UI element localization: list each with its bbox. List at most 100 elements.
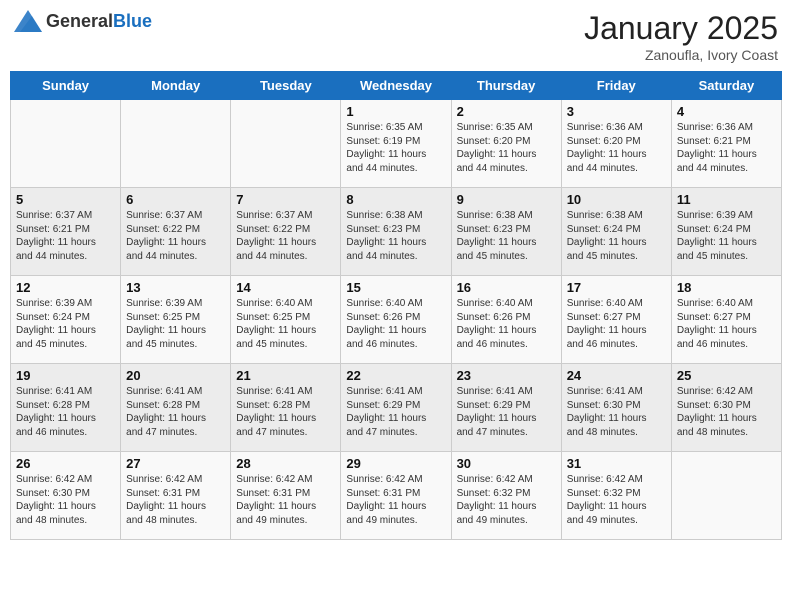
day-number: 19	[16, 368, 115, 383]
day-info: Sunrise: 6:36 AM Sunset: 6:20 PM Dayligh…	[567, 121, 666, 175]
day-info: Sunrise: 6:40 AM Sunset: 6:25 PM Dayligh…	[236, 297, 335, 351]
day-number: 14	[236, 280, 335, 295]
calendar-cell	[11, 100, 121, 188]
calendar-cell: 1 Sunrise: 6:35 AM Sunset: 6:19 PM Daylig…	[341, 100, 451, 188]
day-info: Sunrise: 6:35 AM Sunset: 6:19 PM Dayligh…	[346, 121, 445, 175]
calendar-cell: 30 Sunrise: 6:42 AM Sunset: 6:32 PM Dayli…	[451, 452, 561, 540]
day-number: 1	[346, 104, 445, 119]
day-info: Sunrise: 6:42 AM Sunset: 6:31 PM Dayligh…	[126, 473, 225, 527]
day-number: 9	[457, 192, 556, 207]
calendar-cell: 23 Sunrise: 6:41 AM Sunset: 6:29 PM Dayli…	[451, 364, 561, 452]
calendar-cell: 31Sunrise: 6:42 AM Sunset: 6:32 PM Dayli…	[561, 452, 671, 540]
day-number: 16	[457, 280, 556, 295]
calendar-cell: 6 Sunrise: 6:37 AM Sunset: 6:22 PM Daylig…	[121, 188, 231, 276]
day-info: Sunrise: 6:40 AM Sunset: 6:27 PM Dayligh…	[567, 297, 666, 351]
day-info: Sunrise: 6:42 AM Sunset: 6:32 PM Dayligh…	[457, 473, 556, 527]
day-number: 4	[677, 104, 776, 119]
day-info: Sunrise: 6:39 AM Sunset: 6:25 PM Dayligh…	[126, 297, 225, 351]
day-header-monday: Monday	[121, 72, 231, 100]
day-number: 18	[677, 280, 776, 295]
day-number: 29	[346, 456, 445, 471]
day-number: 3	[567, 104, 666, 119]
calendar-cell: 28Sunrise: 6:42 AM Sunset: 6:31 PM Dayli…	[231, 452, 341, 540]
day-info: Sunrise: 6:39 AM Sunset: 6:24 PM Dayligh…	[16, 297, 115, 351]
logo-general: General	[46, 11, 113, 31]
day-number: 6	[126, 192, 225, 207]
day-info: Sunrise: 6:42 AM Sunset: 6:31 PM Dayligh…	[346, 473, 445, 527]
calendar-cell: 5 Sunrise: 6:37 AM Sunset: 6:21 PM Daylig…	[11, 188, 121, 276]
calendar-cell: 4 Sunrise: 6:36 AM Sunset: 6:21 PM Daylig…	[671, 100, 781, 188]
day-info: Sunrise: 6:41 AM Sunset: 6:28 PM Dayligh…	[16, 385, 115, 439]
day-number: 24	[567, 368, 666, 383]
calendar-cell: 17 Sunrise: 6:40 AM Sunset: 6:27 PM Dayli…	[561, 276, 671, 364]
day-number: 30	[457, 456, 556, 471]
day-number: 28	[236, 456, 335, 471]
day-info: Sunrise: 6:35 AM Sunset: 6:20 PM Dayligh…	[457, 121, 556, 175]
day-info: Sunrise: 6:42 AM Sunset: 6:30 PM Dayligh…	[16, 473, 115, 527]
day-info: Sunrise: 6:40 AM Sunset: 6:27 PM Dayligh…	[677, 297, 776, 351]
day-info: Sunrise: 6:41 AM Sunset: 6:29 PM Dayligh…	[457, 385, 556, 439]
calendar-cell: 29 Sunrise: 6:42 AM Sunset: 6:31 PM Dayli…	[341, 452, 451, 540]
calendar-cell: 19 Sunrise: 6:41 AM Sunset: 6:28 PM Dayli…	[11, 364, 121, 452]
calendar-week-row: 26Sunrise: 6:42 AM Sunset: 6:30 PM Dayli…	[11, 452, 782, 540]
calendar-cell: 16 Sunrise: 6:40 AM Sunset: 6:26 PM Dayli…	[451, 276, 561, 364]
month-title: January 2025	[584, 10, 778, 47]
location-subtitle: Zanoufla, Ivory Coast	[584, 47, 778, 63]
logo-text: GeneralBlue	[46, 11, 152, 32]
day-info: Sunrise: 6:41 AM Sunset: 6:28 PM Dayligh…	[236, 385, 335, 439]
calendar-cell: 8Sunrise: 6:38 AM Sunset: 6:23 PM Daylig…	[341, 188, 451, 276]
day-number: 21	[236, 368, 335, 383]
calendar-cell: 18 Sunrise: 6:40 AM Sunset: 6:27 PM Dayli…	[671, 276, 781, 364]
day-info: Sunrise: 6:42 AM Sunset: 6:32 PM Dayligh…	[567, 473, 666, 527]
calendar-cell: 27 Sunrise: 6:42 AM Sunset: 6:31 PM Dayli…	[121, 452, 231, 540]
calendar-week-row: 19 Sunrise: 6:41 AM Sunset: 6:28 PM Dayli…	[11, 364, 782, 452]
calendar-cell: 22 Sunrise: 6:41 AM Sunset: 6:29 PM Dayli…	[341, 364, 451, 452]
day-info: Sunrise: 6:37 AM Sunset: 6:22 PM Dayligh…	[236, 209, 335, 263]
calendar-cell: 2 Sunrise: 6:35 AM Sunset: 6:20 PM Daylig…	[451, 100, 561, 188]
title-area: January 2025 Zanoufla, Ivory Coast	[584, 10, 778, 63]
day-info: Sunrise: 6:41 AM Sunset: 6:29 PM Dayligh…	[346, 385, 445, 439]
day-number: 27	[126, 456, 225, 471]
day-info: Sunrise: 6:41 AM Sunset: 6:28 PM Dayligh…	[126, 385, 225, 439]
calendar-cell: 10Sunrise: 6:38 AM Sunset: 6:24 PM Dayli…	[561, 188, 671, 276]
day-info: Sunrise: 6:40 AM Sunset: 6:26 PM Dayligh…	[346, 297, 445, 351]
calendar-cell: 14 Sunrise: 6:40 AM Sunset: 6:25 PM Dayli…	[231, 276, 341, 364]
calendar-cell: 11Sunrise: 6:39 AM Sunset: 6:24 PM Dayli…	[671, 188, 781, 276]
day-number: 22	[346, 368, 445, 383]
day-number: 2	[457, 104, 556, 119]
calendar-cell	[121, 100, 231, 188]
calendar-cell: 12Sunrise: 6:39 AM Sunset: 6:24 PM Dayli…	[11, 276, 121, 364]
page-header: GeneralBlue January 2025 Zanoufla, Ivory…	[10, 10, 782, 63]
day-header-wednesday: Wednesday	[341, 72, 451, 100]
day-number: 7	[236, 192, 335, 207]
calendar-cell: 7 Sunrise: 6:37 AM Sunset: 6:22 PM Daylig…	[231, 188, 341, 276]
day-info: Sunrise: 6:37 AM Sunset: 6:22 PM Dayligh…	[126, 209, 225, 263]
logo-blue: Blue	[113, 11, 152, 31]
day-number: 20	[126, 368, 225, 383]
day-number: 5	[16, 192, 115, 207]
day-info: Sunrise: 6:41 AM Sunset: 6:30 PM Dayligh…	[567, 385, 666, 439]
day-info: Sunrise: 6:37 AM Sunset: 6:21 PM Dayligh…	[16, 209, 115, 263]
day-header-tuesday: Tuesday	[231, 72, 341, 100]
day-number: 15	[346, 280, 445, 295]
calendar-week-row: 5 Sunrise: 6:37 AM Sunset: 6:21 PM Daylig…	[11, 188, 782, 276]
day-header-sunday: Sunday	[11, 72, 121, 100]
day-number: 25	[677, 368, 776, 383]
day-info: Sunrise: 6:36 AM Sunset: 6:21 PM Dayligh…	[677, 121, 776, 175]
day-number: 8	[346, 192, 445, 207]
day-header-friday: Friday	[561, 72, 671, 100]
calendar-cell: 20 Sunrise: 6:41 AM Sunset: 6:28 PM Dayli…	[121, 364, 231, 452]
calendar-header-row: SundayMondayTuesdayWednesdayThursdayFrid…	[11, 72, 782, 100]
day-number: 17	[567, 280, 666, 295]
calendar-cell: 26Sunrise: 6:42 AM Sunset: 6:30 PM Dayli…	[11, 452, 121, 540]
calendar-cell: 25 Sunrise: 6:42 AM Sunset: 6:30 PM Dayli…	[671, 364, 781, 452]
day-info: Sunrise: 6:40 AM Sunset: 6:26 PM Dayligh…	[457, 297, 556, 351]
day-info: Sunrise: 6:39 AM Sunset: 6:24 PM Dayligh…	[677, 209, 776, 263]
day-number: 23	[457, 368, 556, 383]
day-info: Sunrise: 6:38 AM Sunset: 6:23 PM Dayligh…	[457, 209, 556, 263]
calendar-cell: 24 Sunrise: 6:41 AM Sunset: 6:30 PM Dayli…	[561, 364, 671, 452]
day-info: Sunrise: 6:42 AM Sunset: 6:30 PM Dayligh…	[677, 385, 776, 439]
day-header-thursday: Thursday	[451, 72, 561, 100]
calendar-cell: 9 Sunrise: 6:38 AM Sunset: 6:23 PM Daylig…	[451, 188, 561, 276]
calendar-week-row: 1 Sunrise: 6:35 AM Sunset: 6:19 PM Daylig…	[11, 100, 782, 188]
